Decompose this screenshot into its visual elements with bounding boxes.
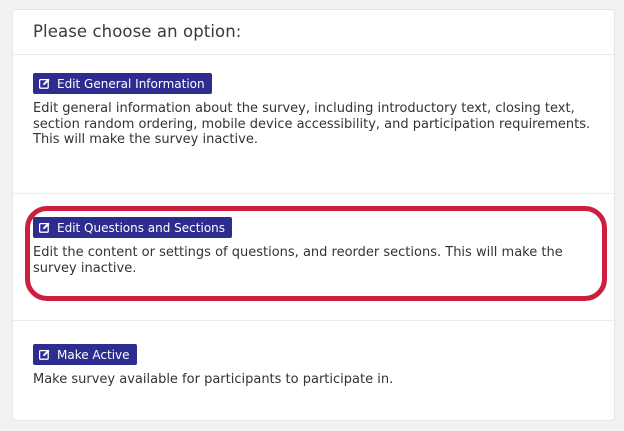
edit-icon [39,222,50,233]
option-make-active: Make Active Make survey available for pa… [13,344,616,388]
options-panel: Please choose an option: Edit General In… [12,9,616,421]
option-description: Make survey available for participants t… [33,372,394,387]
option-edit-questions-and-sections: Edit Questions and Sections Edit the con… [13,217,616,276]
edit-icon [39,349,50,360]
button-label: Edit General Information [57,76,205,91]
panel-title: Please choose an option: [13,10,614,55]
edit-icon [39,78,50,89]
edit-general-information-button[interactable]: Edit General Information [33,73,212,94]
option-description: Edit the content or settings of question… [33,245,563,276]
section-divider [13,193,616,194]
button-label: Edit Questions and Sections [57,220,226,235]
button-label: Make Active [57,347,130,362]
option-edit-general-information: Edit General Information Edit general in… [13,73,616,148]
edit-questions-and-sections-button[interactable]: Edit Questions and Sections [33,217,233,238]
make-active-button[interactable]: Make Active [33,344,137,365]
option-description: Edit general information about the surve… [33,101,591,147]
section-divider [13,320,616,321]
